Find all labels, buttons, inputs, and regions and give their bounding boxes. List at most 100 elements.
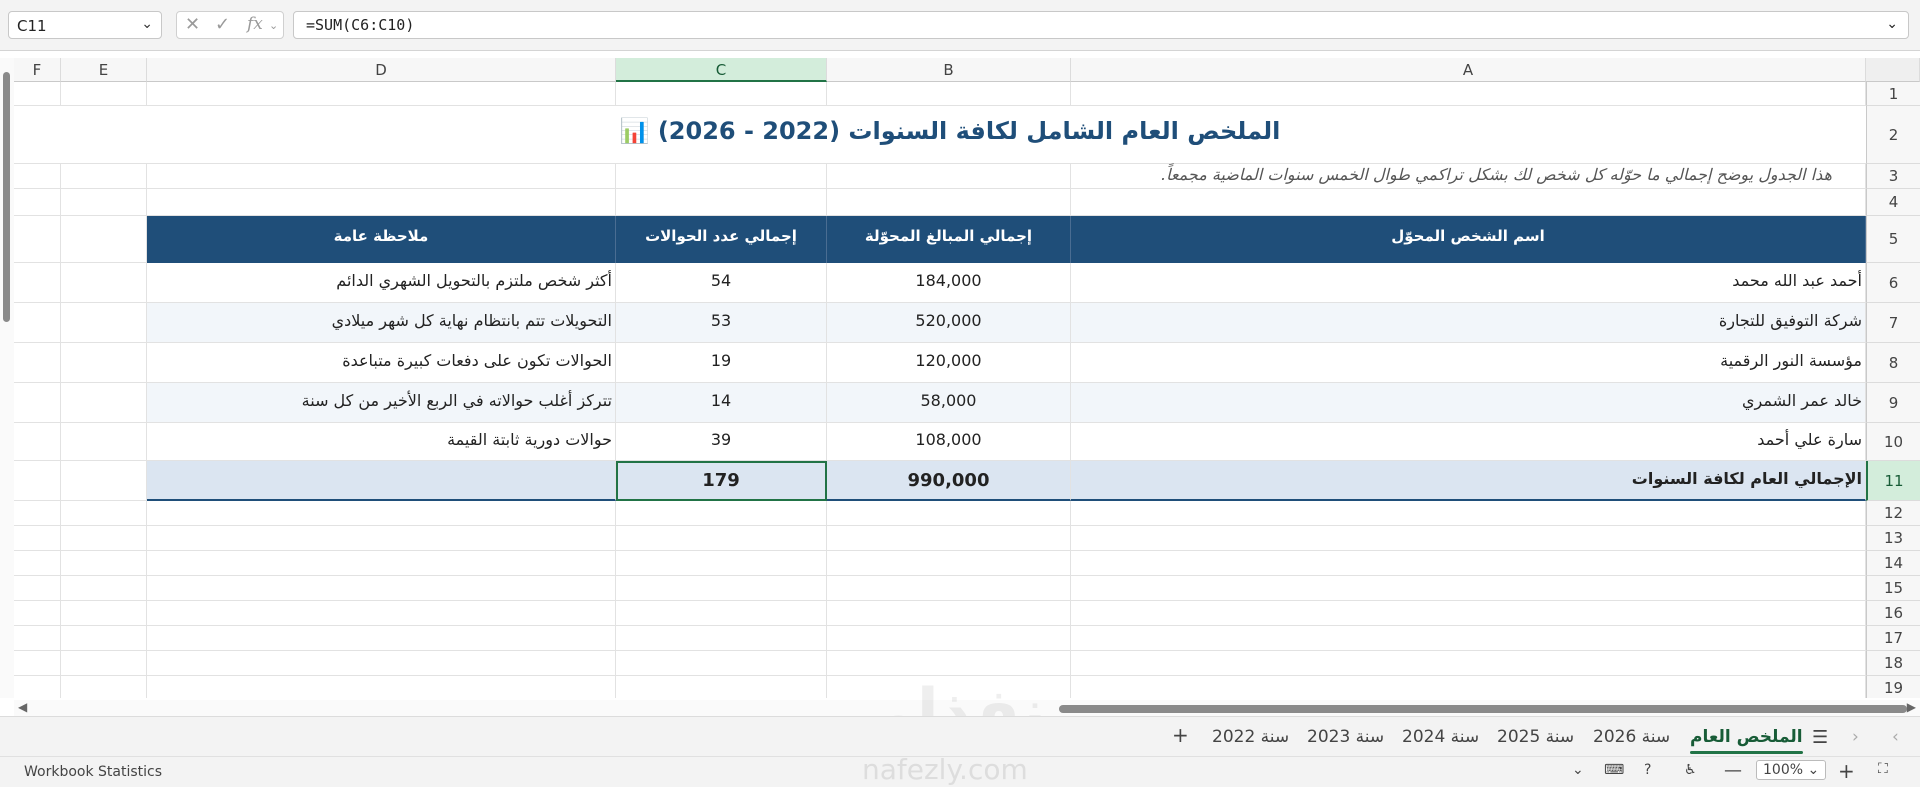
empty-cell[interactable] (147, 601, 616, 626)
all-sheets-icon[interactable]: ☰ (1812, 727, 1828, 748)
empty-cell[interactable] (14, 303, 61, 343)
tab-2025[interactable]: سنة 2025 (1497, 727, 1574, 747)
add-sheet-button[interactable]: + (1172, 723, 1189, 747)
empty-cell[interactable] (616, 551, 827, 576)
amount-cell[interactable]: 520,000 (827, 303, 1071, 343)
accessibility-icon[interactable]: ♿ (1684, 762, 1697, 778)
empty-cell[interactable] (827, 576, 1071, 601)
total-count-cell[interactable]: 179 (616, 461, 827, 501)
empty-cell[interactable] (616, 82, 827, 106)
workbook-statistics[interactable]: Workbook Statistics (24, 764, 162, 780)
empty-cell[interactable] (827, 651, 1071, 676)
row-header-17[interactable]: 17 (1866, 626, 1920, 651)
header-person[interactable]: اسم الشخص المحوّل (1071, 216, 1866, 263)
prev-sheet-icon[interactable]: ‹ (1852, 727, 1859, 747)
header-note[interactable]: ملاحظة عامة (147, 216, 616, 263)
column-header-a[interactable]: A (1071, 58, 1866, 82)
empty-cell[interactable] (147, 676, 616, 698)
tab-summary[interactable]: الملخص العام (1690, 727, 1803, 754)
column-header-b[interactable]: B (827, 58, 1071, 82)
empty-cell[interactable] (827, 501, 1071, 526)
keyboard-icon[interactable]: ⌨ (1604, 762, 1624, 778)
empty-cell[interactable] (61, 343, 147, 383)
empty-cell[interactable] (61, 601, 147, 626)
next-sheet-icon[interactable]: › (1892, 727, 1899, 747)
tab-2024[interactable]: سنة 2024 (1402, 727, 1479, 747)
total-amount-cell[interactable]: 990,000 (827, 461, 1071, 501)
scroll-right-icon[interactable]: ▶ (1907, 700, 1916, 714)
row-header-7[interactable]: 7 (1866, 303, 1920, 343)
empty-cell[interactable] (61, 461, 147, 501)
person-cell[interactable]: شركة التوفيق للتجارة (1071, 303, 1866, 343)
empty-cell[interactable] (827, 189, 1071, 216)
empty-cell[interactable] (1071, 189, 1866, 216)
help-icon[interactable]: ? (1644, 762, 1651, 778)
amount-cell[interactable]: 120,000 (827, 343, 1071, 383)
chevron-down-icon[interactable]: ⌄ (141, 16, 153, 32)
empty-cell[interactable] (61, 423, 147, 461)
empty-cell[interactable] (147, 651, 616, 676)
cancel-icon[interactable]: ✕ (185, 14, 200, 35)
expand-formula-icon[interactable]: ⌄ (1886, 16, 1898, 32)
chevron-down-icon[interactable]: ⌄ (269, 19, 278, 32)
empty-cell[interactable] (616, 526, 827, 551)
empty-cell[interactable] (147, 501, 616, 526)
row-header-10[interactable]: 10 (1866, 423, 1920, 461)
empty-cell[interactable] (61, 576, 147, 601)
fullscreen-icon[interactable]: ⛶ (1878, 761, 1888, 777)
tab-2026[interactable]: سنة 2026 (1593, 727, 1670, 747)
empty-cell[interactable] (61, 106, 147, 164)
empty-cell[interactable] (61, 551, 147, 576)
empty-cell[interactable] (61, 216, 147, 263)
empty-cell[interactable] (61, 189, 147, 216)
count-cell[interactable]: 39 (616, 423, 827, 461)
empty-cell[interactable] (1071, 576, 1866, 601)
row-header-4[interactable]: 4 (1866, 189, 1920, 216)
empty-cell[interactable] (1071, 501, 1866, 526)
empty-cell[interactable] (827, 526, 1071, 551)
empty-cell[interactable] (61, 383, 147, 423)
empty-cell[interactable] (61, 501, 147, 526)
person-cell[interactable]: سارة علي أحمد (1071, 423, 1866, 461)
empty-cell[interactable] (1071, 551, 1866, 576)
empty-cell[interactable] (14, 676, 61, 698)
row-header-12[interactable]: 12 (1866, 501, 1920, 526)
count-cell[interactable]: 53 (616, 303, 827, 343)
empty-cell[interactable] (147, 82, 616, 106)
empty-cell[interactable] (61, 526, 147, 551)
row-header-9[interactable]: 9 (1866, 383, 1920, 423)
empty-cell[interactable] (827, 164, 1071, 189)
empty-cell[interactable] (14, 526, 61, 551)
note-cell[interactable]: التحويلات تتم بانتظام نهاية كل شهر ميلاد… (147, 303, 616, 343)
empty-cell[interactable] (147, 526, 616, 551)
amount-cell[interactable]: 108,000 (827, 423, 1071, 461)
chevron-down-icon[interactable]: ⌄ (1572, 762, 1584, 778)
empty-cell[interactable] (14, 651, 61, 676)
empty-cell[interactable] (14, 423, 61, 461)
count-cell[interactable]: 14 (616, 383, 827, 423)
empty-cell[interactable] (14, 461, 61, 501)
vertical-scroll-thumb[interactable] (3, 72, 10, 322)
name-box[interactable]: C11 ⌄ (8, 11, 162, 39)
row-header-1[interactable]: 1 (1866, 82, 1920, 106)
count-cell[interactable]: 54 (616, 263, 827, 303)
row-header-15[interactable]: 15 (1866, 576, 1920, 601)
header-count[interactable]: إجمالي عدد الحوالات (616, 216, 827, 263)
amount-cell[interactable]: 58,000 (827, 383, 1071, 423)
insert-function-icon[interactable]: fx (247, 14, 263, 34)
empty-cell[interactable] (827, 82, 1071, 106)
empty-cell[interactable] (147, 576, 616, 601)
horizontal-scroll-thumb[interactable] (1059, 705, 1907, 713)
empty-cell[interactable] (14, 164, 61, 189)
empty-cell[interactable] (61, 676, 147, 698)
row-header-18[interactable]: 18 (1866, 651, 1920, 676)
empty-cell[interactable] (61, 303, 147, 343)
empty-cell[interactable] (827, 551, 1071, 576)
vertical-scrollbar[interactable] (0, 58, 14, 698)
row-header-14[interactable]: 14 (1866, 551, 1920, 576)
row-header-16[interactable]: 16 (1866, 601, 1920, 626)
amount-cell[interactable]: 184,000 (827, 263, 1071, 303)
row-header-8[interactable]: 8 (1866, 343, 1920, 383)
column-header-c[interactable]: C (616, 58, 827, 82)
empty-cell[interactable] (14, 383, 61, 423)
